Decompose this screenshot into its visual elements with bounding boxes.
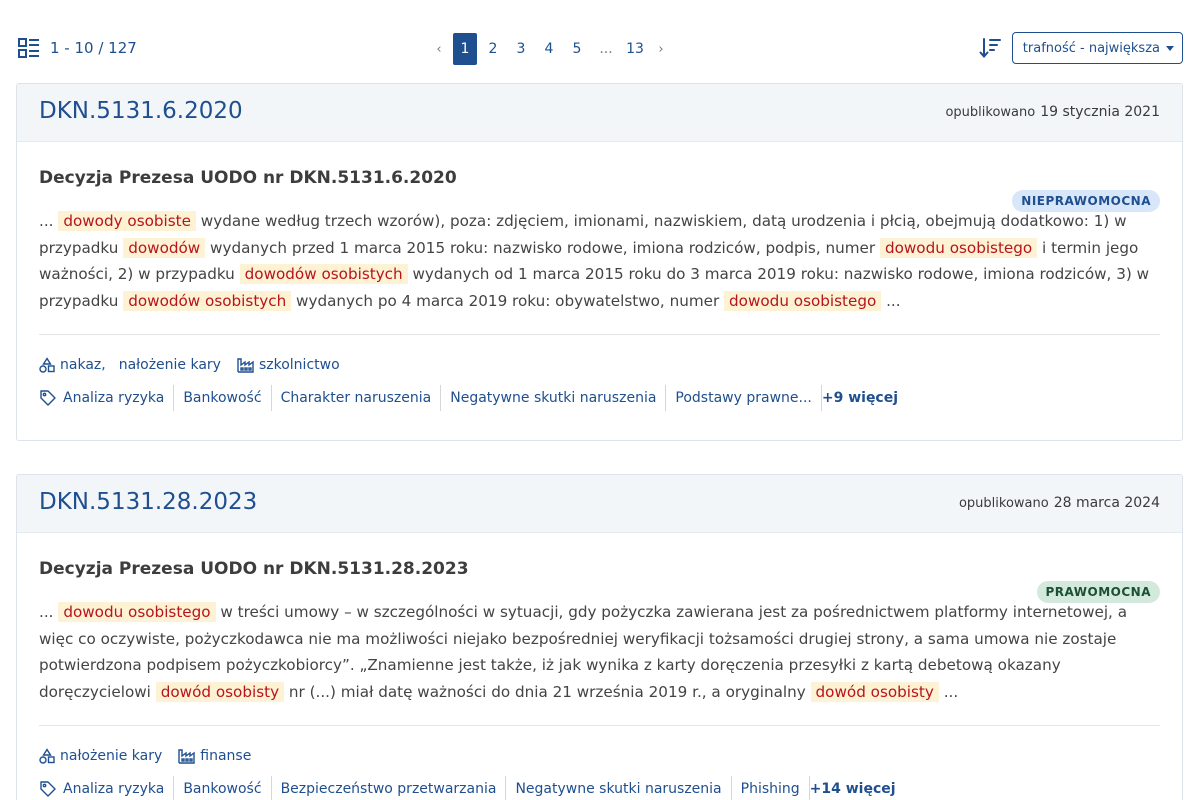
card-header: DKN.5131.6.2020 opublikowano 19 stycznia …: [17, 84, 1182, 142]
card-excerpt: ... dowodu osobistego w treści umowy – w…: [39, 599, 1160, 705]
pagination: ‹ 1 2 3 4 5 ... 13 ›: [427, 32, 673, 66]
search-highlight: dowodu osobistego: [724, 290, 882, 311]
published-date: opublikowano 19 stycznia 2021: [945, 104, 1160, 120]
more-tags-link[interactable]: +14 więcej: [810, 781, 896, 797]
search-highlight: dowody osobiste: [58, 211, 196, 231]
results-count: 1 - 10 / 127: [17, 36, 137, 60]
more-tags-link[interactable]: +9 więcej: [822, 390, 898, 406]
tag-item[interactable]: Charakter naruszenia: [272, 385, 442, 411]
page-3-button[interactable]: 3: [507, 33, 535, 65]
excerpt-text: wydanych po 4 marca 2019 roku: obywatels…: [291, 291, 725, 310]
published-label: opublikowano: [958, 496, 1049, 511]
card-title[interactable]: Decyzja Prezesa UODO nr DKN.5131.6.2020: [39, 168, 1160, 188]
factory-icon: [237, 357, 254, 373]
page-last-button[interactable]: 13: [621, 33, 649, 65]
results-range: 1 - 10 / 127: [50, 39, 137, 57]
result-card: DKN.5131.28.2023 opublikowano 28 marca 20…: [16, 474, 1183, 800]
measures-group: nakaz, nałożenie kary: [39, 357, 221, 373]
prev-page-button[interactable]: ‹: [427, 42, 451, 57]
tag-item[interactable]: Analiza ryzyka: [57, 385, 175, 411]
page-5-button[interactable]: 5: [563, 33, 591, 65]
card-body: Decyzja Prezesa UODO nr DKN.5131.6.2020 …: [17, 168, 1182, 411]
tag-item[interactable]: Bezpieczeństwo przetwarzania: [272, 776, 507, 800]
card-header: DKN.5131.28.2023 opublikowano 28 marca 20…: [17, 475, 1182, 533]
tag-item[interactable]: Negatywne skutki naruszenia: [441, 385, 667, 411]
sort-dropdown[interactable]: trafność - największa: [1011, 32, 1183, 64]
page-2-button[interactable]: 2: [479, 33, 507, 65]
factory-icon: [178, 748, 195, 764]
excerpt-text: nr (...) miał datę ważności do dnia 21 w…: [284, 682, 811, 701]
pagination-ellipsis: ...: [599, 41, 613, 57]
status-badge: NIEPRAWOMOCNA: [1012, 190, 1160, 212]
shapes-icon: [39, 748, 55, 764]
card-id-link[interactable]: DKN.5131.6.2020: [39, 98, 243, 124]
measure-item[interactable]: nakaz,: [60, 357, 106, 373]
card-divider: [39, 725, 1160, 726]
status-badge: PRAWOMOCNA: [1036, 581, 1160, 603]
card-meta: nałożenie kary finanse: [39, 748, 1160, 764]
card-meta: nakaz, nałożenie kary szkolnictwo: [39, 357, 1160, 373]
result-card: DKN.5131.6.2020 opublikowano 19 stycznia …: [16, 83, 1183, 441]
tag-list: Analiza ryzyka Bankowość Bezpieczeństwo …: [39, 776, 1160, 800]
excerpt-text: wydanych przed 1 marca 2015 roku: nazwis…: [205, 238, 880, 257]
sector-group: finanse: [178, 748, 251, 764]
card-body: Decyzja Prezesa UODO nr DKN.5131.28.2023…: [17, 559, 1182, 800]
search-highlight: dowodów osobistych: [239, 264, 408, 284]
search-highlight: dowodu osobistego: [879, 237, 1038, 258]
excerpt-text: ...: [881, 291, 901, 310]
excerpt-text: ...: [938, 682, 959, 701]
search-highlight: dowodów: [123, 237, 206, 258]
tag-item[interactable]: Phishing: [732, 776, 810, 800]
sector-item[interactable]: szkolnictwo: [259, 357, 340, 373]
chevron-down-icon: [1166, 45, 1174, 51]
tag-item[interactable]: Analiza ryzyka: [57, 776, 175, 800]
sector-group: szkolnictwo: [237, 357, 340, 373]
measure-item[interactable]: nałożenie kary: [119, 357, 221, 373]
published-label: opublikowano: [945, 105, 1036, 120]
sort-control: trafność - największa: [978, 32, 1183, 64]
card-divider: [39, 334, 1160, 335]
search-highlight: dowód osobisty: [155, 681, 285, 702]
card-excerpt: ... dowody osobiste wydane według trzech…: [39, 208, 1160, 314]
sort-descending-icon[interactable]: [978, 36, 1002, 60]
page-1-button[interactable]: 1: [453, 33, 477, 65]
measures-group: nałożenie kary: [39, 748, 162, 764]
search-highlight: dowód osobisty: [810, 681, 939, 702]
sort-dropdown-label: trafność - największa: [1022, 40, 1160, 56]
next-page-button[interactable]: ›: [649, 42, 673, 57]
sector-item[interactable]: finanse: [200, 748, 251, 764]
shapes-icon: [39, 357, 55, 373]
measure-item[interactable]: nałożenie kary: [60, 748, 162, 764]
list-view-icon[interactable]: [17, 36, 41, 60]
tag-item[interactable]: Negatywne skutki naruszenia: [506, 776, 732, 800]
excerpt-text: ...: [39, 603, 59, 621]
tag-item[interactable]: Bankowość: [174, 385, 272, 411]
tag-item[interactable]: Bankowość: [174, 776, 272, 800]
published-date: opublikowano 28 marca 2024: [959, 495, 1160, 511]
card-title[interactable]: Decyzja Prezesa UODO nr DKN.5131.28.2023: [39, 559, 1160, 579]
published-value: 28 marca 2024: [1053, 495, 1160, 511]
tag-list: Analiza ryzyka Bankowość Charakter narus…: [39, 385, 1160, 411]
tag-icon: [39, 389, 57, 407]
tag-icon: [39, 780, 57, 798]
results-toolbar: 1 - 10 / 127 ‹ 1 2 3 4 5 ... 13 › trafno…: [17, 32, 1183, 66]
card-id-link[interactable]: DKN.5131.28.2023: [39, 489, 257, 515]
page-4-button[interactable]: 4: [535, 33, 563, 65]
excerpt-text: ...: [39, 212, 59, 230]
published-value: 19 stycznia 2021: [1040, 104, 1160, 120]
search-highlight: dowodu osobistego: [58, 602, 216, 622]
tag-item[interactable]: Podstawy prawne...: [666, 385, 822, 411]
search-highlight: dowodów osobistych: [123, 290, 292, 311]
